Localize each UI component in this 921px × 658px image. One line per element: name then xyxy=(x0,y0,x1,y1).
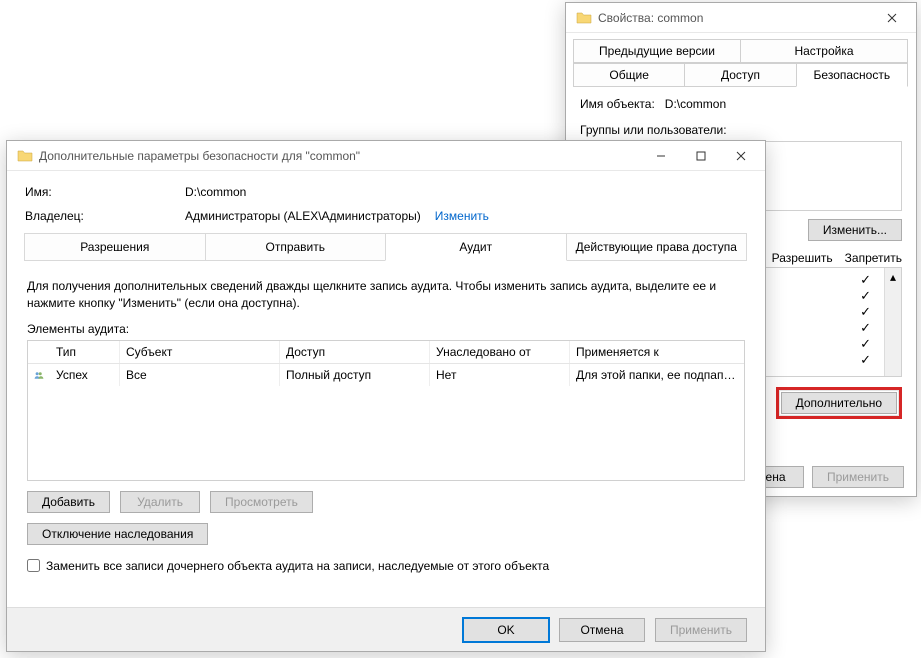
edit-button[interactable]: Изменить... xyxy=(808,219,902,241)
tab-security[interactable]: Безопасность xyxy=(796,63,908,87)
disable-inheritance-button[interactable]: Отключение наследования xyxy=(27,523,208,545)
tab-customize[interactable]: Настройка xyxy=(740,39,908,63)
cell-type: Успех xyxy=(50,364,120,386)
ok-button[interactable]: OK xyxy=(463,618,549,642)
owner-label: Владелец: xyxy=(25,209,185,223)
tab-general[interactable]: Общие xyxy=(573,63,685,87)
advanced-security-window: Дополнительные параметры безопасности дл… xyxy=(6,140,766,652)
close-button[interactable] xyxy=(721,142,761,170)
table-row[interactable]: Успех Все Полный доступ Нет Для этой пап… xyxy=(28,364,744,386)
groups-label: Группы или пользователи: xyxy=(580,123,902,137)
owner-value: Администраторы (ALEX\Администраторы) xyxy=(185,209,421,223)
tab-share[interactable]: Отправить xyxy=(205,233,387,261)
remove-button[interactable]: Удалить xyxy=(120,491,200,513)
cell-applies: Для этой папки, ее подпапок ... xyxy=(570,364,744,386)
bottom-button-bar: OK Отмена Применить xyxy=(7,607,765,651)
folder-icon xyxy=(576,10,592,26)
help-text: Для получения дополнительных сведений дв… xyxy=(27,278,745,312)
cell-inherited: Нет xyxy=(430,364,570,386)
replace-entries-input[interactable] xyxy=(27,559,40,572)
col-inherited[interactable]: Унаследовано от xyxy=(430,341,570,363)
close-button[interactable] xyxy=(872,4,912,32)
cell-access: Полный доступ xyxy=(280,364,430,386)
window-title: Свойства: common xyxy=(598,11,872,25)
col-type[interactable]: Тип xyxy=(50,341,120,363)
name-value: D:\common xyxy=(185,185,246,199)
view-button[interactable]: Просмотреть xyxy=(210,491,313,513)
titlebar[interactable]: Свойства: common xyxy=(566,3,916,33)
cell-subject: Все xyxy=(120,364,280,386)
col-access[interactable]: Доступ xyxy=(280,341,430,363)
change-owner-link[interactable]: Изменить xyxy=(435,209,489,223)
apply-button[interactable]: Применить xyxy=(655,618,747,642)
maximize-button[interactable] xyxy=(681,142,721,170)
apply-button[interactable]: Применить xyxy=(812,466,904,488)
tab-permissions[interactable]: Разрешения xyxy=(24,233,206,261)
replace-entries-checkbox[interactable]: Заменить все записи дочернего объекта ау… xyxy=(27,559,745,573)
titlebar[interactable]: Дополнительные параметры безопасности дл… xyxy=(7,141,765,171)
name-label: Имя: xyxy=(25,185,185,199)
scrollbar[interactable]: ▴ xyxy=(884,268,901,376)
users-icon xyxy=(28,365,50,385)
tab-effective-access[interactable]: Действующие права доступа xyxy=(566,233,748,261)
replace-entries-label: Заменить все записи дочернего объекта ау… xyxy=(46,559,549,573)
advanced-button[interactable]: Дополнительно xyxy=(781,392,897,414)
tab-previous-versions[interactable]: Предыдущие версии xyxy=(573,39,741,63)
advanced-button-highlight: Дополнительно xyxy=(776,387,902,419)
col-applies[interactable]: Применяется к xyxy=(570,341,744,363)
tab-row-2: Общие Доступ Безопасность xyxy=(574,63,908,87)
grid-header: Тип Субъект Доступ Унаследовано от Приме… xyxy=(28,341,744,364)
audit-grid[interactable]: Тип Субъект Доступ Унаследовано от Приме… xyxy=(27,340,745,481)
minimize-button[interactable] xyxy=(641,142,681,170)
tab-row-1: Предыдущие версии Настройка xyxy=(574,39,908,63)
adv-tabs: Разрешения Отправить Аудит Действующие п… xyxy=(25,233,747,261)
deny-header: Запретить xyxy=(845,251,902,265)
add-button[interactable]: Добавить xyxy=(27,491,110,513)
folder-icon xyxy=(17,148,33,164)
object-name-value: D:\common xyxy=(665,97,726,111)
object-name-label: Имя объекта: xyxy=(580,97,655,111)
tab-auditing[interactable]: Аудит xyxy=(385,233,567,261)
tab-sharing[interactable]: Доступ xyxy=(684,63,796,87)
cancel-button[interactable]: Отмена xyxy=(559,618,645,642)
col-subject[interactable]: Субъект xyxy=(120,341,280,363)
allow-checks-column: ✓✓✓✓✓✓ xyxy=(860,272,871,368)
allow-header: Разрешить xyxy=(772,251,833,265)
audit-entries-label: Элементы аудита: xyxy=(27,322,745,336)
window-title: Дополнительные параметры безопасности дл… xyxy=(39,149,641,163)
scroll-up-icon[interactable]: ▴ xyxy=(885,268,901,285)
